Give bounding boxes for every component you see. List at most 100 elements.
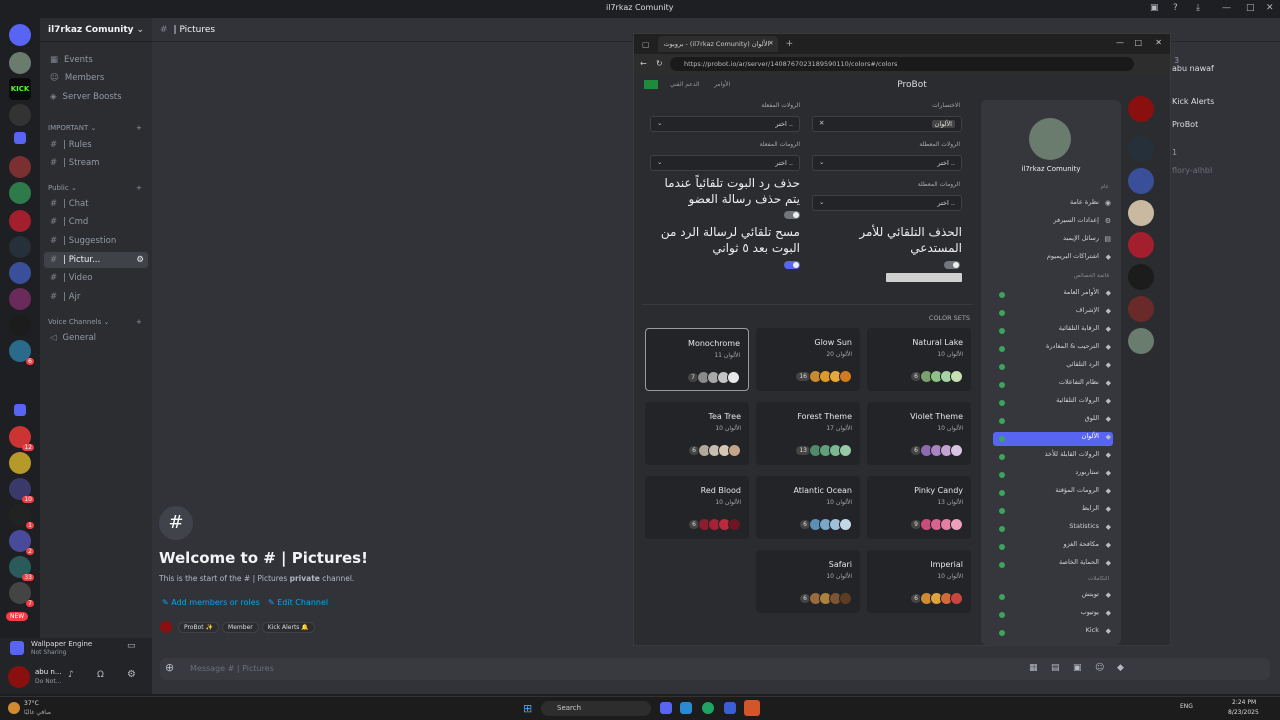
server-icon[interactable] — [9, 210, 31, 232]
server-icon[interactable] — [1128, 232, 1154, 258]
channel-rules[interactable]: # | Rules — [44, 137, 148, 153]
channel-pictures[interactable]: # | Pictur... ⚙ — [44, 252, 148, 268]
reload-icon[interactable]: ↻ — [656, 59, 663, 68]
server-icon[interactable]: 2 — [9, 530, 34, 555]
menu-integration-item[interactable]: Kick ◆ — [993, 626, 1113, 640]
gift-icon[interactable]: ▦ — [1029, 663, 1038, 673]
color-set-card[interactable]: Natural Lake 10 الألوان 6 — [867, 328, 971, 391]
channel-video[interactable]: # | Video — [44, 270, 148, 286]
avatar[interactable] — [8, 666, 30, 688]
channel-ajr[interactable]: # | Ajr — [44, 289, 148, 305]
message-input[interactable]: Message # | Pictures — [190, 664, 274, 673]
add-members-link[interactable]: ✎ Add members or roles — [162, 598, 260, 607]
folder-icon[interactable] — [14, 404, 26, 416]
user-settings-icon[interactable]: ⚙ — [127, 669, 136, 680]
menu-feature-item[interactable]: مكافحة الغزو ◆ — [993, 540, 1113, 554]
tab-actions-icon[interactable]: ▢ — [642, 40, 650, 49]
app-icon[interactable] — [724, 702, 736, 714]
download-icon[interactable]: ⤓ — [1196, 3, 1200, 13]
menu-feature-item[interactable]: الأوامر العامة ◆ — [993, 288, 1113, 302]
server-icon[interactable] — [9, 452, 31, 474]
app-icon[interactable] — [680, 702, 692, 714]
color-set-card[interactable]: Violet Theme 10 الألوان 6 — [867, 402, 971, 465]
menu-feature-item[interactable]: الألوان ◆ — [993, 432, 1113, 446]
clear-icon[interactable]: ✕ — [819, 119, 824, 127]
category-important[interactable]: IMPORTANT ⌄ + — [48, 124, 142, 132]
menu-feature-item[interactable]: الحماية الخاصة ◆ — [993, 558, 1113, 572]
server-icon[interactable]: 7 — [9, 582, 34, 607]
server-icon[interactable] — [9, 182, 31, 204]
menu-feature-item[interactable]: الرومات المؤقتة ◆ — [993, 486, 1113, 500]
message-composer[interactable]: ⊕ Message # | Pictures ▦ ▤ ▣ ☺ ◆ — [160, 658, 1270, 680]
enabled-roles-select[interactable]: ⌄ اختر .. — [650, 116, 800, 132]
menu-feature-item[interactable]: Statistics ◆ — [993, 522, 1113, 536]
delay-input[interactable] — [886, 273, 962, 282]
server-icon[interactable]: 12 — [9, 426, 34, 451]
home-icon[interactable] — [9, 24, 31, 46]
color-set-card[interactable]: Safari 10 الألوان 6 — [756, 550, 860, 613]
gif-icon[interactable]: ▤ — [1051, 663, 1060, 673]
add-channel-icon[interactable]: + — [136, 184, 142, 192]
menu-integration-item[interactable]: يوتيوب ◆ — [993, 608, 1113, 622]
server-icon[interactable] — [1128, 200, 1154, 226]
sticker-icon[interactable]: ▣ — [1073, 663, 1082, 673]
voice-channel-general[interactable]: ◁ General — [44, 330, 148, 346]
menu-feature-item[interactable]: الإشراف ◆ — [993, 306, 1113, 320]
menu-feature-item[interactable]: الرقابة التلقائية ◆ — [993, 324, 1113, 338]
app-icon[interactable] — [744, 700, 760, 716]
server-icon[interactable] — [1128, 96, 1154, 122]
back-icon[interactable]: ← — [640, 59, 647, 68]
flag-icon[interactable] — [644, 80, 658, 89]
server-icon[interactable]: 10 — [9, 478, 34, 503]
enabled-rooms-select[interactable]: ⌄ اختر .. — [650, 155, 800, 171]
server-icon[interactable] — [9, 262, 31, 284]
minimize-icon[interactable]: — — [1116, 38, 1124, 47]
menu-feature-item[interactable]: الرابط ◆ — [993, 504, 1113, 518]
toggle-auto-clear[interactable] — [784, 261, 800, 269]
help-icon[interactable]: ? — [1173, 3, 1178, 13]
server-icon[interactable]: 1 — [9, 504, 34, 529]
menu-feature-item[interactable]: الترحيب & المغادرة ◆ — [993, 342, 1113, 356]
minimize-icon[interactable]: — — [1222, 3, 1231, 13]
server-icon[interactable] — [1128, 136, 1154, 162]
server-icon[interactable]: 33 — [9, 556, 34, 581]
category-public[interactable]: Public ⌄ + — [48, 184, 142, 192]
color-set-card[interactable]: Forest Theme 17 الألوان 13 — [756, 402, 860, 465]
color-set-card[interactable]: Monochrome 11 الألوان 7 — [645, 328, 749, 391]
menu-embeds[interactable]: رسائل الإيمبد ▤ — [993, 234, 1113, 248]
folder-icon[interactable] — [14, 132, 26, 144]
server-icon[interactable] — [1128, 168, 1154, 194]
menu-feature-item[interactable]: الرولات القابلة للأخذ ◆ — [993, 450, 1113, 464]
menu-feature-item[interactable]: نظام التفاعلات ◆ — [993, 378, 1113, 392]
channel-chat[interactable]: # | Chat — [44, 196, 148, 212]
menu-feature-item[interactable]: الرد التلقائي ◆ — [993, 360, 1113, 374]
events-link[interactable]: ▦ Events — [44, 52, 148, 68]
server-header[interactable]: il7rkaz Comunity ⌄ — [40, 18, 152, 42]
color-set-card[interactable]: Atlantic Ocean 10 الألوان 6 — [756, 476, 860, 539]
close-icon[interactable]: ✕ — [1155, 38, 1162, 47]
edit-channel-link[interactable]: ✎ Edit Channel — [268, 598, 328, 607]
color-set-card[interactable]: Pinky Candy 13 الألوان 9 — [867, 476, 971, 539]
server-icon[interactable] — [9, 314, 31, 336]
new-tab-icon[interactable]: + — [786, 39, 794, 49]
shortcuts-select[interactable]: ✕ الألوان — [812, 116, 962, 132]
disabled-rooms-select[interactable]: ⌄ اختر .. — [812, 195, 962, 211]
maximize-icon[interactable]: □ — [1134, 38, 1142, 47]
apps-icon[interactable]: ◆ — [1117, 663, 1124, 673]
menu-premium[interactable]: اشتراكات البريميوم ◆ — [993, 252, 1113, 266]
inbox-icon[interactable]: ▣ — [1150, 3, 1159, 13]
role-pill[interactable]: ProBot ✨ — [178, 621, 220, 633]
channel-suggestion[interactable]: # | Suggestion — [44, 233, 148, 249]
server-icon[interactable] — [9, 288, 31, 310]
server-icon[interactable]: 6 — [9, 340, 34, 365]
settings-icon[interactable]: ⚙ — [136, 255, 144, 265]
channel-stream[interactable]: # | Stream — [44, 155, 148, 171]
role-pill[interactable]: Member — [222, 621, 259, 633]
mic-icon[interactable]: ♪ — [68, 670, 74, 680]
emoji-icon[interactable]: ☺ — [1095, 663, 1104, 673]
app-icon[interactable] — [660, 702, 672, 714]
menu-overview[interactable]: نظرة عامة ◉ — [993, 198, 1113, 212]
add-channel-icon[interactable]: + — [136, 318, 142, 326]
close-tab-icon[interactable]: ✕ — [768, 39, 773, 47]
menu-integration-item[interactable]: تويتش ◆ — [993, 590, 1113, 604]
